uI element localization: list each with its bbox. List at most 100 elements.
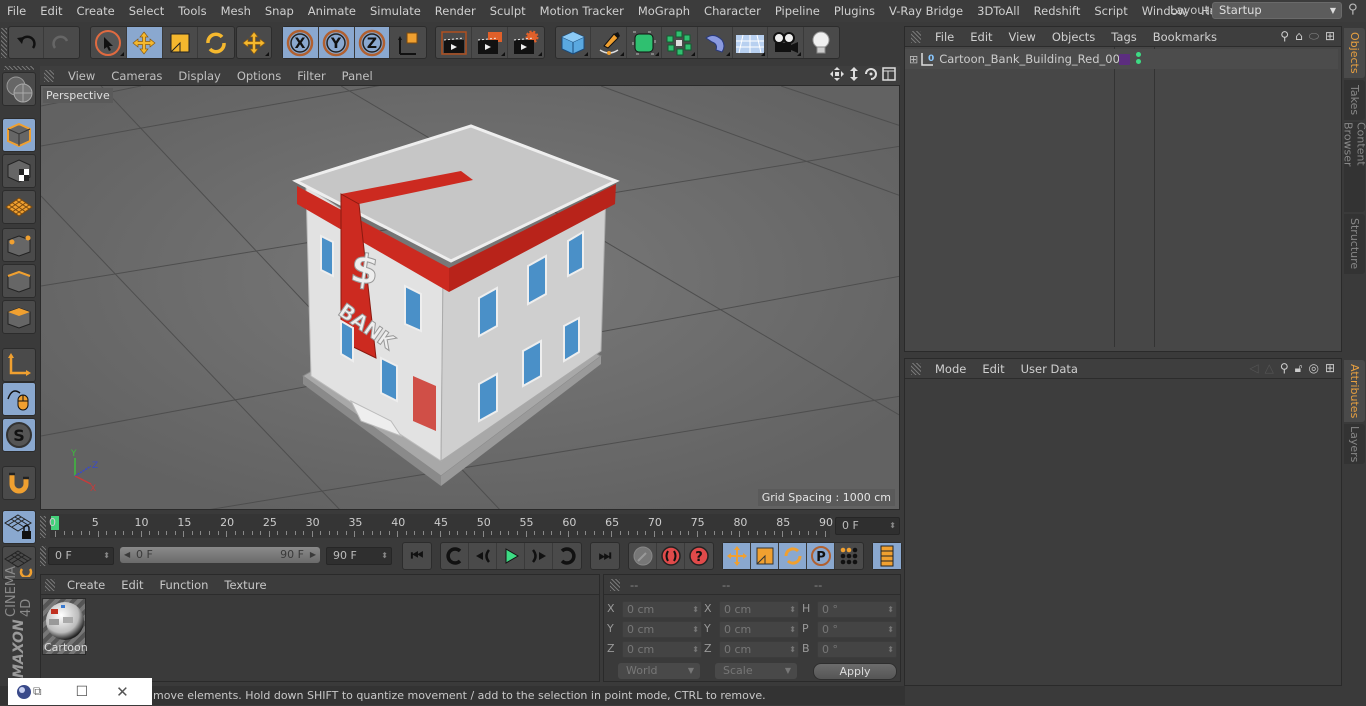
autokey-button[interactable]: ? (685, 543, 713, 569)
move-button[interactable] (126, 27, 163, 58)
render-picture-viewer-button[interactable] (472, 27, 508, 58)
menu-vray-bridge[interactable]: V-Ray Bridge (882, 4, 970, 18)
object-menu-tags[interactable]: Tags (1103, 30, 1144, 44)
position-field[interactable]: 0 cm ⬍ (622, 621, 702, 638)
attribute-menu-user-data[interactable]: User Data (1013, 362, 1086, 376)
attribute-menu-mode[interactable]: Mode (927, 362, 974, 376)
motion-path-button[interactable] (629, 543, 657, 569)
viewport-menu-display[interactable]: Display (170, 69, 228, 83)
material-grip[interactable] (45, 578, 55, 591)
viewport-menu-filter[interactable]: Filter (289, 69, 333, 83)
viewport-menu-cameras[interactable]: Cameras (103, 69, 170, 83)
material-menu-create[interactable]: Create (59, 578, 113, 592)
timeline-grip[interactable] (40, 516, 46, 538)
position-field[interactable]: 0 cm ⬍ (622, 601, 702, 618)
lock-icon[interactable]: 🔓︎ (1295, 361, 1303, 376)
menu-redshift[interactable]: Redshift (1027, 4, 1088, 18)
menu-plugins[interactable]: Plugins (827, 4, 882, 18)
size-mode-select[interactable]: Scale ▼ (715, 663, 797, 679)
material-menu-texture[interactable]: Texture (216, 578, 274, 592)
maximize-icon[interactable]: ☐ (76, 684, 89, 700)
editor-visibility-dot[interactable] (1136, 52, 1141, 57)
up-arrow-icon[interactable]: △ (1265, 361, 1274, 376)
home-icon[interactable]: ⌂ (1295, 29, 1303, 44)
cube-button[interactable] (556, 27, 592, 58)
position-field[interactable]: 0 cm ⬍ (622, 641, 702, 658)
menu-file[interactable]: File (0, 4, 33, 18)
rotation-field[interactable]: 0 ° ⬍ (817, 601, 897, 618)
size-field[interactable]: 0 cm ⬍ (719, 641, 799, 658)
record-button[interactable] (657, 543, 685, 569)
play-button[interactable] (497, 543, 525, 569)
tab-objects[interactable]: Objects (1344, 28, 1365, 78)
new-panel-icon[interactable]: ⊞ (1325, 361, 1335, 376)
viewport-menu-view[interactable]: View (60, 69, 103, 83)
rotation-field[interactable]: 0 ° ⬍ (817, 641, 897, 658)
key-parameter-button[interactable]: P (807, 543, 835, 569)
layout-select[interactable]: Startup ▼ (1212, 2, 1342, 19)
filter-icon[interactable]: ⬭ (1309, 29, 1319, 44)
rotate-view-icon[interactable] (864, 67, 878, 81)
timeline-window-button[interactable] (873, 543, 901, 569)
current-frame-field[interactable]: 0 F ⬍ (835, 517, 900, 535)
model-mode-button[interactable] (2, 118, 36, 152)
workplane-button[interactable] (2, 190, 36, 224)
world-coordinates-button[interactable] (390, 27, 426, 58)
edges-mode-button[interactable] (2, 264, 36, 298)
key-pla-button[interactable] (835, 543, 863, 569)
camera-label[interactable]: Perspective (43, 88, 113, 103)
tab-takes[interactable]: Takes (1344, 80, 1365, 120)
object-menu-file[interactable]: File (927, 30, 962, 44)
tab-layers[interactable]: Layers (1344, 424, 1365, 464)
zoom-view-icon[interactable] (848, 67, 860, 81)
maximize-view-icon[interactable] (882, 67, 896, 81)
pen-button[interactable] (591, 27, 627, 58)
y-axis-button[interactable]: Y (318, 27, 355, 58)
camera-button[interactable] (768, 27, 804, 58)
live-selection-button[interactable] (91, 27, 127, 58)
undo-button[interactable] (9, 27, 45, 58)
menu-tools[interactable]: Tools (171, 4, 213, 18)
restore-icon[interactable]: ⧉ (33, 684, 42, 699)
start-frame-field[interactable]: 0 F ⬍ (48, 547, 114, 565)
apply-button[interactable]: Apply (813, 663, 897, 680)
menu-snap[interactable]: Snap (258, 4, 301, 18)
menu-mesh[interactable]: Mesh (214, 4, 258, 18)
frame-range-slider[interactable]: ◀ 0 F 90 F ▶ (120, 547, 320, 563)
object-grip[interactable] (911, 30, 921, 43)
z-axis-button[interactable]: Z (354, 27, 391, 58)
object-menu-objects[interactable]: Objects (1044, 30, 1103, 44)
new-panel-icon[interactable]: ⊞ (1325, 29, 1335, 44)
attribute-menu-edit[interactable]: Edit (974, 362, 1012, 376)
tab-content-browser[interactable]: Content Browser (1342, 122, 1366, 212)
cloner-button[interactable] (662, 27, 698, 58)
menu-sculpt[interactable]: Sculpt (483, 4, 533, 18)
search-icon[interactable]: ⚲ (1280, 29, 1289, 44)
subdivision-button[interactable] (627, 27, 663, 58)
menu-create[interactable]: Create (70, 4, 122, 18)
pan-view-icon[interactable] (830, 67, 844, 81)
end-frame-field[interactable]: 90 F ⬍ (326, 547, 392, 565)
texture-mode-button[interactable] (2, 154, 36, 188)
range-right-arrow-icon[interactable]: ▶ (310, 547, 316, 563)
coordinates-grip[interactable] (610, 579, 620, 591)
snap-button[interactable] (2, 466, 36, 500)
material-menu-edit[interactable]: Edit (113, 578, 151, 592)
menu-motion-tracker[interactable]: Motion Tracker (533, 4, 631, 18)
rotate-button[interactable] (198, 27, 234, 58)
lock-workplane-button[interactable] (2, 510, 36, 544)
size-field[interactable]: 0 cm ⬍ (719, 621, 799, 638)
points-mode-button[interactable] (2, 228, 36, 262)
controls-grip[interactable] (40, 546, 46, 566)
object-name[interactable]: Cartoon_Bank_Building_Red_001 (939, 52, 1127, 66)
next-frame-button[interactable] (525, 543, 553, 569)
viewport-perspective[interactable]: $ BANK Y Z X Perspective Grid Spacing : … (40, 85, 900, 510)
object-menu-edit[interactable]: Edit (962, 30, 1000, 44)
render-view-button[interactable] (436, 27, 472, 58)
deformer-button[interactable] (698, 27, 733, 58)
toolbar-grip[interactable] (1, 28, 7, 58)
prev-frame-button[interactable] (469, 543, 497, 569)
attribute-grip[interactable] (911, 362, 921, 375)
polygons-mode-button[interactable] (2, 300, 36, 334)
viewport-menu-panel[interactable]: Panel (334, 69, 381, 83)
